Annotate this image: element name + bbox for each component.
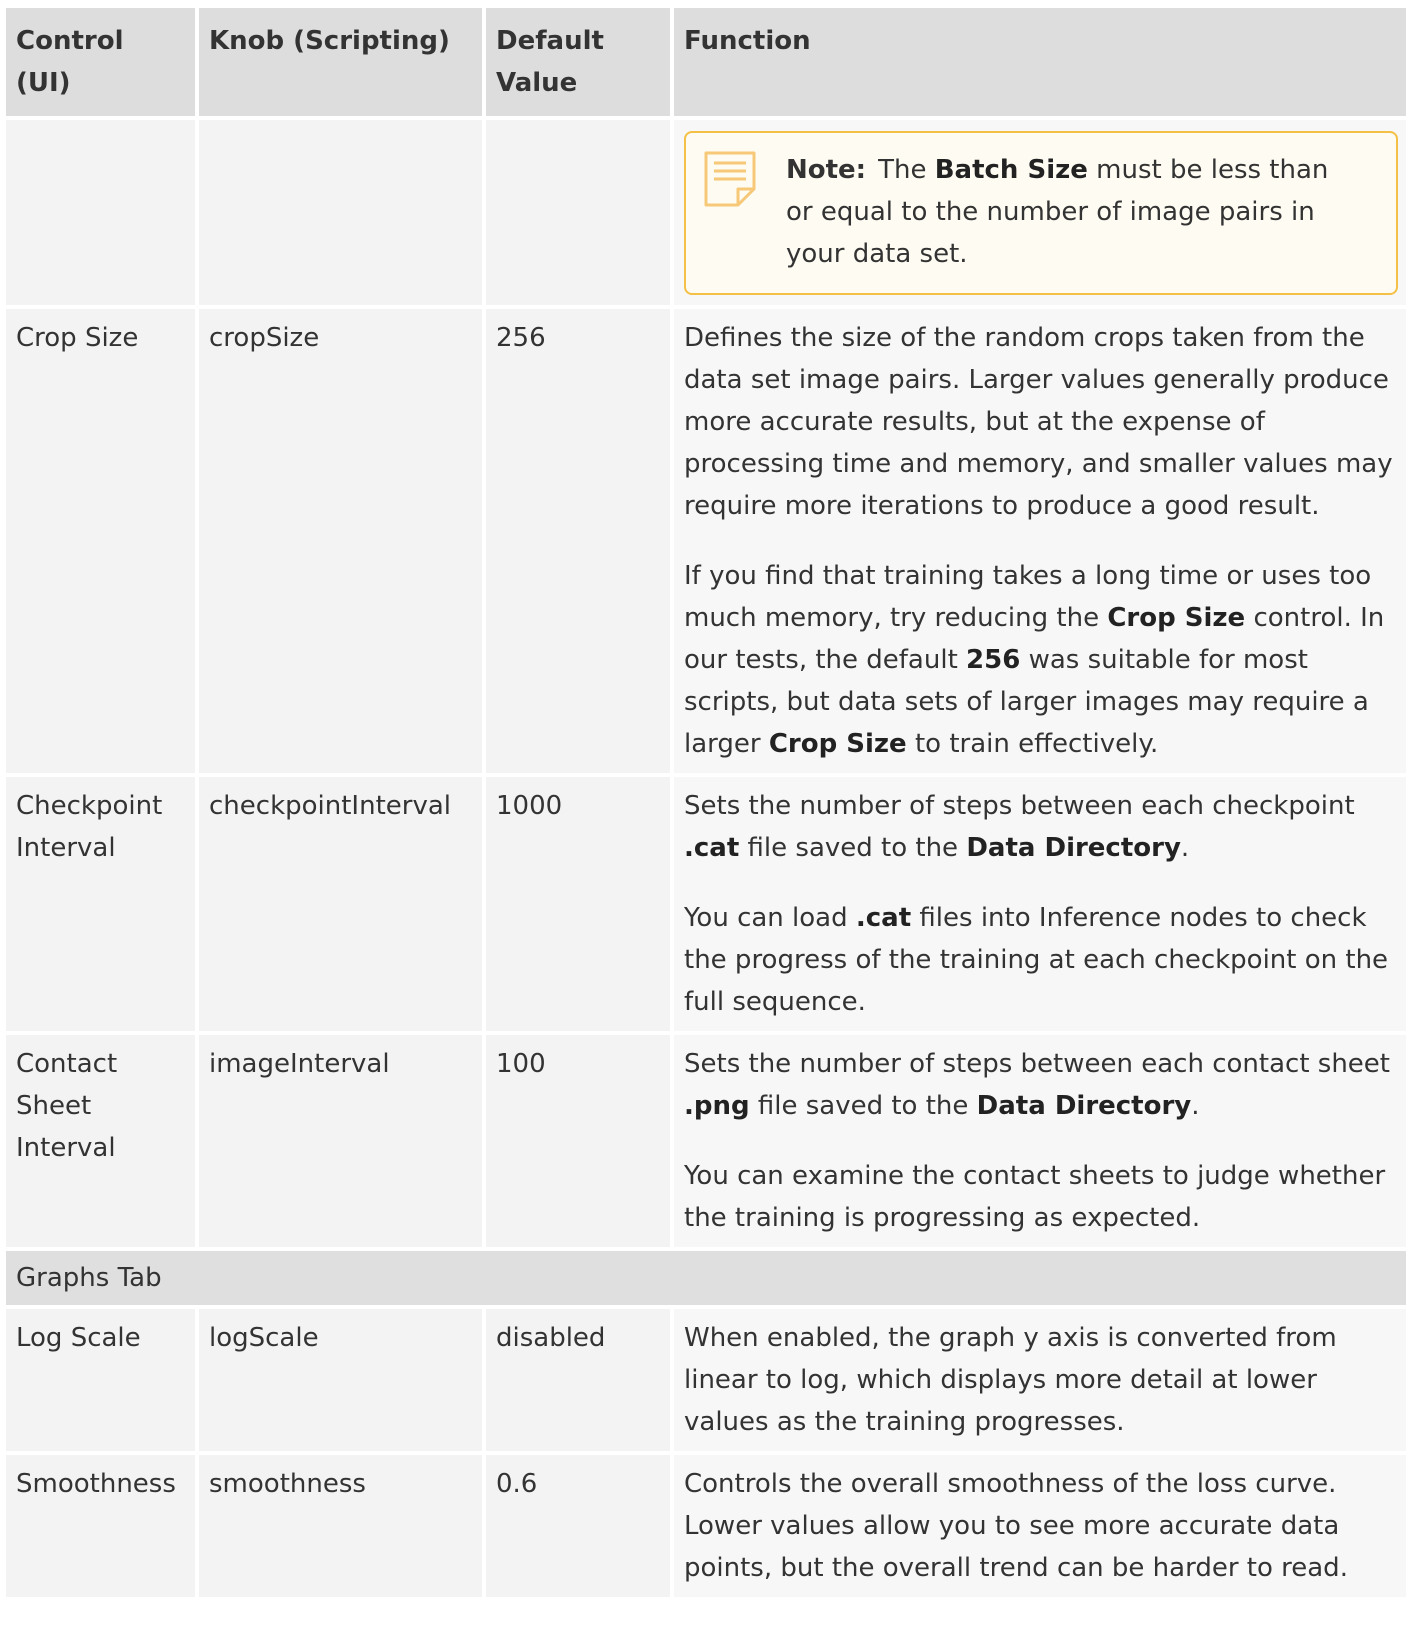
text-emphasis: 256	[966, 645, 1021, 675]
text-emphasis: .png	[684, 1091, 750, 1121]
note-text-part: The	[878, 155, 935, 185]
function-paragraph: Sets the number of steps between each co…	[684, 1043, 1398, 1127]
table-row: Smoothness smoothness 0.6 Controls the o…	[6, 1455, 1406, 1597]
header-default: Default Value	[486, 8, 670, 116]
text-part: file saved to the	[749, 1091, 977, 1121]
function-cell: Note: The Batch Size must be less than or…	[674, 120, 1406, 305]
knob-cell: cropSize	[199, 309, 482, 773]
default-cell: 100	[486, 1035, 670, 1247]
control-cell: Contact Sheet Interval	[6, 1035, 195, 1247]
text-part: Sets the number of steps between each ch…	[684, 791, 1355, 821]
text-part: .	[1180, 833, 1190, 863]
note-box: Note: The Batch Size must be less than or…	[684, 131, 1398, 295]
text-emphasis: Crop Size	[768, 729, 907, 759]
table-row: Contact Sheet Interval imageInterval 100…	[6, 1035, 1406, 1247]
parameters-table: Control (UI) Knob (Scripting) Default Va…	[2, 4, 1406, 1601]
default-cell: 256	[486, 309, 670, 773]
header-knob: Knob (Scripting)	[199, 8, 482, 116]
note-icon	[702, 149, 760, 209]
function-paragraph: You can examine the contact sheets to ju…	[684, 1161, 1386, 1233]
function-paragraph: You can load .cat files into Inference n…	[684, 897, 1398, 1023]
text-emphasis: .cat	[684, 833, 740, 863]
function-cell: Defines the size of the random crops tak…	[674, 309, 1406, 773]
default-cell: 1000	[486, 777, 670, 1031]
text-emphasis: Crop Size	[1107, 603, 1246, 633]
table-row: Log Scale logScale disabled When enabled…	[6, 1309, 1406, 1451]
function-cell: Controls the overall smoothness of the l…	[674, 1455, 1406, 1597]
function-paragraph: Sets the number of steps between each ch…	[684, 785, 1398, 869]
table-row: Crop Size cropSize 256 Defines the size …	[6, 309, 1406, 773]
section-row: Graphs Tab	[6, 1251, 1406, 1305]
control-cell: Smoothness	[6, 1455, 195, 1597]
control-cell: Crop Size	[6, 309, 195, 773]
function-cell: Sets the number of steps between each co…	[674, 1035, 1406, 1247]
knob-cell: smoothness	[199, 1455, 482, 1597]
text-emphasis: Data Directory	[976, 1091, 1192, 1121]
text-emphasis: .cat	[855, 903, 912, 933]
section-heading: Graphs Tab	[6, 1251, 1406, 1305]
knob-cell	[199, 120, 482, 305]
control-cell: Log Scale	[6, 1309, 195, 1451]
text-part: file saved to the	[739, 833, 967, 863]
control-cell	[6, 120, 195, 305]
function-paragraph: If you find that training takes a long t…	[684, 555, 1398, 765]
function-cell: When enabled, the graph y axis is conver…	[674, 1309, 1406, 1451]
control-cell: Checkpoint Interval	[6, 777, 195, 1031]
header-control: Control (UI)	[6, 8, 195, 116]
text-part: .	[1191, 1091, 1200, 1121]
function-cell: Sets the number of steps between each ch…	[674, 777, 1406, 1031]
text-emphasis: Data Directory	[966, 833, 1181, 863]
text-part: to train effectively.	[906, 729, 1159, 759]
table-row: Note: The Batch Size must be less than or…	[6, 120, 1406, 305]
default-cell: disabled	[486, 1309, 670, 1451]
default-cell	[486, 120, 670, 305]
note-text: Note: The Batch Size must be less than or…	[786, 149, 1358, 275]
table-row: Checkpoint Interval checkpointInterval 1…	[6, 777, 1406, 1031]
knob-cell: imageInterval	[199, 1035, 482, 1247]
note-emphasis: Batch Size	[934, 155, 1088, 185]
header-function: Function	[674, 8, 1406, 116]
knob-cell: checkpointInterval	[199, 777, 482, 1031]
note-label: Note:	[786, 155, 867, 185]
header-row: Control (UI) Knob (Scripting) Default Va…	[6, 8, 1406, 116]
knob-cell: logScale	[199, 1309, 482, 1451]
function-paragraph: When enabled, the graph y axis is conver…	[684, 1323, 1337, 1437]
function-paragraph: Defines the size of the random crops tak…	[684, 323, 1393, 521]
text-part: You can load	[684, 903, 856, 933]
default-cell: 0.6	[486, 1455, 670, 1597]
text-part: Sets the number of steps between each co…	[684, 1049, 1390, 1079]
function-paragraph: Controls the overall smoothness of the l…	[684, 1469, 1348, 1583]
